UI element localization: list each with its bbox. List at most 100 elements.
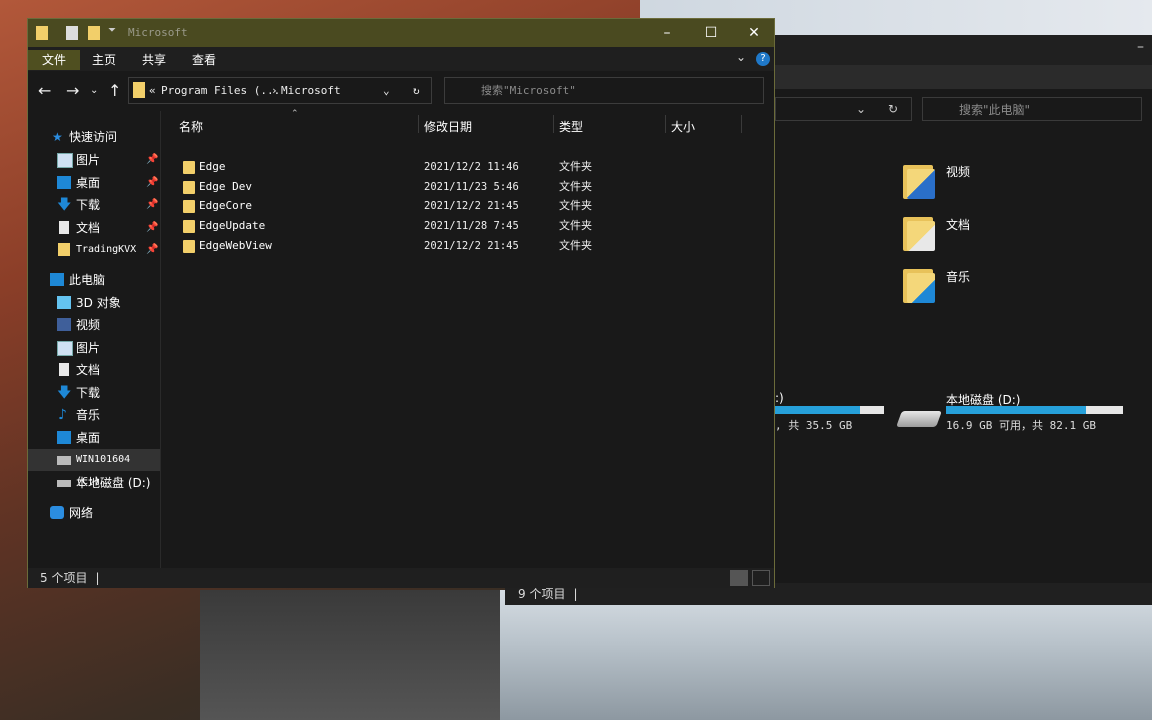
maximize-button[interactable]: ☐	[696, 23, 726, 43]
desktop-icon	[57, 431, 71, 444]
file-type: 文件夹	[559, 160, 592, 173]
status-count: 9 个项目	[518, 587, 566, 601]
pin-icon[interactable]: 📌	[146, 217, 158, 239]
nav-quick-tradingkvx[interactable]: TradingKVX 📌	[28, 239, 160, 261]
tab-share[interactable]: 共享	[136, 50, 172, 70]
tab-file[interactable]: 文件	[28, 50, 80, 70]
pin-icon[interactable]: 📌	[146, 194, 158, 216]
breadcrumb-microsoft[interactable]: Microsoft	[281, 84, 341, 97]
file-name: EdgeWebView	[199, 239, 272, 252]
column-header-date[interactable]: 修改日期	[424, 116, 472, 138]
new-folder-icon[interactable]	[88, 26, 100, 40]
nav-drive-d[interactable]: 本地磁盘 (D:)	[28, 472, 160, 494]
drive-c-name[interactable]: :)	[775, 391, 784, 405]
nav-network[interactable]: 网络	[28, 502, 160, 524]
documents-folder-icon[interactable]	[903, 213, 937, 251]
minimize-icon[interactable]: –	[1137, 39, 1144, 55]
dropdown-icon[interactable]: ⌄	[856, 102, 866, 116]
breadcrumb-overflow[interactable]: «	[149, 84, 156, 97]
video-folder-icon[interactable]	[903, 161, 937, 199]
music-icon: ♪	[58, 407, 67, 423]
download-icon: 🡇	[57, 197, 72, 213]
address-dropdown-icon[interactable]: ⌄	[383, 84, 390, 97]
forward-arrow-icon[interactable]: →	[66, 81, 79, 100]
navigation-bar: ← → ⌄ ↑ « Program Files (... › Microsoft…	[28, 71, 774, 111]
minimize-button[interactable]: –	[652, 23, 682, 43]
table-row[interactable]: EdgeWebView 2021/12/2 21:45 文件夹	[181, 236, 761, 256]
nav-drive-c[interactable]: WIN101604 (C:)	[28, 449, 160, 487]
pin-icon[interactable]: 📌	[146, 149, 158, 171]
music-folder-icon[interactable]	[903, 265, 937, 303]
download-icon: 🡇	[57, 385, 72, 401]
nav-documents[interactable]: 文档	[28, 359, 160, 381]
tab-view[interactable]: 查看	[186, 50, 222, 70]
help-icon[interactable]: ?	[756, 52, 770, 66]
nav-this-pc[interactable]: 此电脑	[28, 269, 160, 291]
file-name: Edge Dev	[199, 180, 252, 193]
refresh-icon[interactable]: ↻	[413, 84, 420, 97]
computer-icon	[50, 273, 64, 286]
nav-3d-objects[interactable]: 3D 对象	[28, 292, 160, 314]
folder-icon	[183, 220, 195, 233]
nav-quick-downloads[interactable]: 🡇 下载 📌	[28, 194, 160, 216]
file-type: 文件夹	[559, 180, 592, 193]
breadcrumb-program-files[interactable]: Program Files (...	[161, 84, 280, 97]
folder-label[interactable]: 文档	[946, 216, 970, 233]
hard-drive-icon	[896, 411, 942, 427]
table-row[interactable]: EdgeUpdate 2021/11/28 7:45 文件夹	[181, 216, 761, 236]
explorer-window[interactable]: ⏷ Microsoft – ☐ ✕ 文件 主页 共享 查看 ⌄ ? ← → ⌄ …	[27, 18, 775, 588]
properties-icon[interactable]	[66, 26, 78, 40]
nav-music[interactable]: ♪ 音乐	[28, 404, 160, 426]
close-button[interactable]: ✕	[739, 23, 769, 43]
file-name: EdgeCore	[199, 199, 252, 212]
folder-icon	[183, 161, 195, 174]
nav-quick-access[interactable]: ★ 快速访问	[28, 126, 160, 148]
beach-background	[200, 590, 530, 720]
folder-label[interactable]: 音乐	[946, 268, 970, 285]
column-divider[interactable]	[418, 115, 419, 133]
file-date: 2021/11/23 5:46	[424, 181, 519, 193]
large-icons-view-button[interactable]	[752, 570, 770, 586]
back-arrow-icon[interactable]: ←	[38, 81, 51, 100]
column-divider[interactable]	[553, 115, 554, 133]
customize-toolbar-icon[interactable]: ⏷	[108, 25, 116, 36]
column-header-name[interactable]: 名称	[179, 116, 203, 138]
back-search-input[interactable]: 搜索"此电脑"	[922, 97, 1142, 121]
column-divider[interactable]	[741, 115, 742, 133]
search-input[interactable]: 搜索"Microsoft"	[444, 77, 764, 104]
address-bar[interactable]: « Program Files (... › Microsoft ⌄ ↻	[128, 77, 432, 104]
desktop-icon	[57, 176, 71, 189]
drive-d-usage-bar	[946, 406, 1123, 414]
pin-icon[interactable]: 📌	[146, 172, 158, 194]
refresh-icon[interactable]: ↻	[888, 102, 898, 116]
nav-quick-desktop[interactable]: 桌面 📌	[28, 172, 160, 194]
table-row[interactable]: EdgeCore 2021/12/2 21:45 文件夹	[181, 196, 761, 216]
file-date: 2021/11/28 7:45	[424, 220, 519, 232]
file-date: 2021/12/2 21:45	[424, 200, 519, 212]
column-divider[interactable]	[665, 115, 666, 133]
tab-home[interactable]: 主页	[86, 50, 122, 70]
sea-background	[500, 590, 1152, 720]
hard-drive-icon	[57, 480, 71, 487]
nav-downloads[interactable]: 🡇 下载	[28, 382, 160, 404]
nav-quick-documents[interactable]: 文档 📌	[28, 217, 160, 239]
up-arrow-icon[interactable]: ↑	[108, 81, 121, 100]
expand-ribbon-icon[interactable]: ⌄	[736, 50, 746, 64]
nav-desktop[interactable]: 桌面	[28, 427, 160, 449]
nav-pictures[interactable]: 图片	[28, 337, 160, 359]
column-header-size[interactable]: 大小	[671, 116, 695, 138]
file-type: 文件夹	[559, 239, 592, 252]
nav-videos[interactable]: 视频	[28, 314, 160, 336]
status-bar: 5 个项目 |	[28, 568, 774, 588]
column-header-type[interactable]: 类型	[559, 116, 583, 138]
folder-label[interactable]: 视频	[946, 163, 970, 180]
back-address-bar[interactable]: ⌄ ↻	[775, 97, 912, 121]
nav-quick-pictures[interactable]: 图片 📌	[28, 149, 160, 171]
pin-icon[interactable]: 📌	[146, 239, 158, 261]
details-view-button[interactable]	[730, 570, 748, 586]
window-titlebar[interactable]: ⏷ Microsoft – ☐ ✕	[28, 19, 774, 47]
status-count: 5 个项目	[40, 571, 88, 585]
table-row[interactable]: Edge 2021/12/2 11:46 文件夹	[181, 157, 761, 177]
table-row[interactable]: Edge Dev 2021/11/23 5:46 文件夹	[181, 177, 761, 197]
recent-locations-icon[interactable]: ⌄	[90, 85, 98, 96]
